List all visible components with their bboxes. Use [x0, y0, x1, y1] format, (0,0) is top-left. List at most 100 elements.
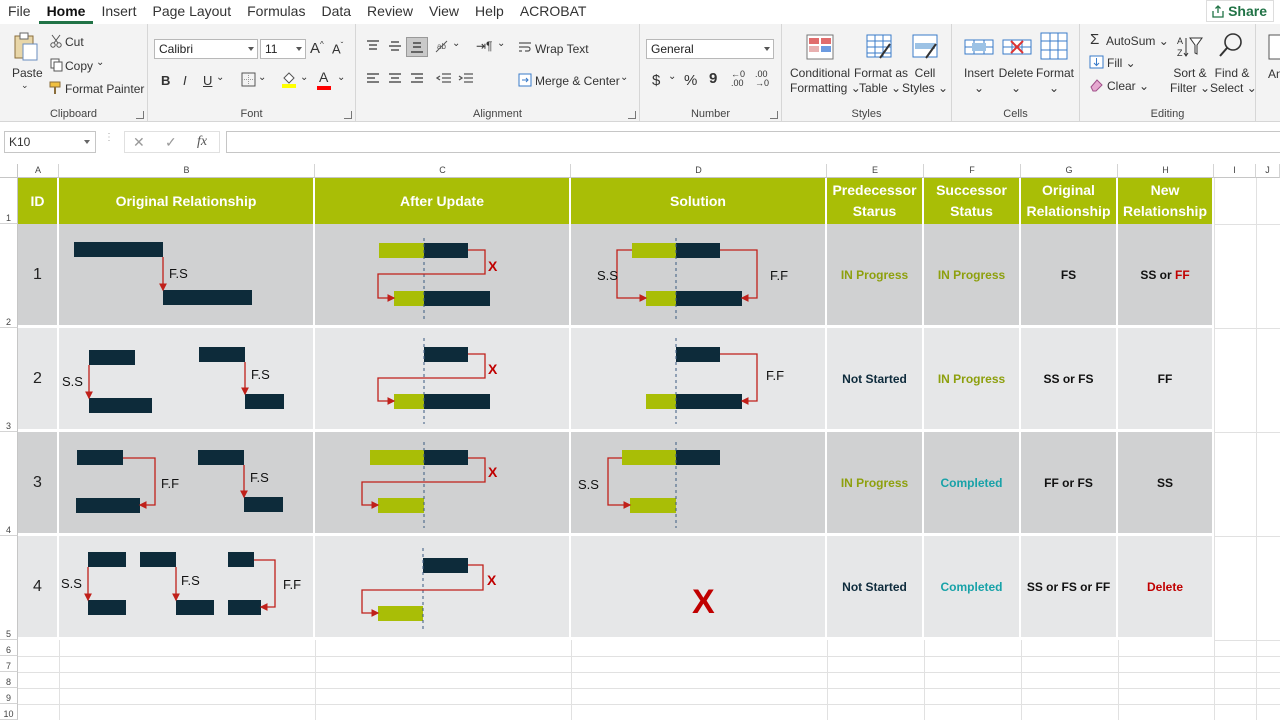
column-header-j[interactable]: J — [1256, 164, 1280, 178]
row-header-4[interactable]: 4 — [0, 432, 18, 536]
orientation-icon[interactable]: ab — [434, 38, 450, 54]
shrink-font-icon[interactable]: Aˇ — [332, 41, 343, 56]
alignment-launcher-icon[interactable] — [628, 111, 636, 119]
original-relationship-diagram[interactable]: F.F F.S — [59, 432, 315, 536]
underline-button[interactable]: U — [203, 73, 212, 88]
cell-predecessor-status[interactable]: IN Progress — [827, 224, 924, 328]
cell-predecessor-status[interactable]: Not Started — [827, 328, 924, 432]
share-button[interactable]: Share — [1206, 0, 1274, 22]
font-color-dropdown-icon[interactable]: ⌄ — [337, 72, 345, 83]
solution-diagram[interactable]: X — [571, 536, 827, 640]
cell-id[interactable]: 1 — [18, 224, 59, 328]
font-color-icon[interactable]: A — [319, 69, 328, 85]
paste-label[interactable]: Paste — [12, 66, 43, 80]
clear-button[interactable]: Clear ⌄ — [1107, 79, 1149, 93]
row-header-8[interactable]: 8 — [0, 672, 18, 688]
cell-new-relationship[interactable]: SS or FF — [1118, 224, 1214, 328]
formula-input[interactable] — [226, 131, 1280, 153]
row-header-1[interactable]: 1 — [0, 178, 18, 224]
menu-page-layout[interactable]: Page Layout — [144, 0, 239, 24]
after-update-diagram[interactable]: X — [315, 432, 571, 536]
original-relationship-diagram[interactable]: S.S F.S — [59, 328, 315, 432]
header-id[interactable]: ID — [18, 178, 59, 224]
autosum-button[interactable]: AutoSum ⌄ — [1106, 34, 1169, 48]
comma-button[interactable]: 9 — [709, 70, 717, 87]
paste-icon[interactable] — [13, 32, 39, 62]
fill-color-icon[interactable] — [281, 70, 297, 88]
column-header-g[interactable]: G — [1021, 164, 1118, 178]
cell-successor-status[interactable]: Completed — [924, 432, 1021, 536]
header-new-relationship[interactable]: New Relationship — [1118, 178, 1214, 224]
insert-function-icon[interactable]: fx — [197, 134, 207, 150]
after-update-diagram[interactable]: X — [315, 536, 571, 640]
conditional-formatting-button[interactable]: Conditional Formatting ⌄ — [790, 66, 861, 96]
percent-button[interactable]: % — [684, 72, 697, 89]
original-relationship-diagram[interactable]: S.S F.S F.F — [59, 536, 315, 640]
align-top-icon[interactable] — [366, 40, 380, 52]
column-header-a[interactable]: A — [18, 164, 59, 178]
decrease-decimal-icon[interactable]: .00 →0 — [755, 70, 769, 88]
font-size-select[interactable]: 11 — [260, 39, 306, 59]
original-relationship-diagram[interactable]: F.S — [59, 224, 315, 328]
format-painter-button[interactable]: Format Painter — [65, 82, 144, 96]
menu-view[interactable]: View — [421, 0, 467, 24]
after-update-diagram[interactable]: X — [315, 224, 571, 328]
cell-styles-button[interactable]: Cell Styles ⌄ — [902, 66, 948, 96]
borders-icon[interactable] — [241, 72, 256, 87]
row-header-7[interactable]: 7 — [0, 656, 18, 672]
column-header-e[interactable]: E — [827, 164, 924, 178]
analyze-data-button[interactable]: An — [1268, 67, 1280, 81]
menu-insert[interactable]: Insert — [93, 0, 144, 24]
cell-original-relationship[interactable]: FF or FS — [1021, 432, 1118, 536]
cut-button[interactable]: Cut — [65, 35, 84, 49]
delete-cells-button[interactable]: Delete ⌄ — [998, 66, 1034, 96]
cell-new-relationship[interactable]: FF — [1118, 328, 1214, 432]
cell-successor-status[interactable]: IN Progress — [924, 224, 1021, 328]
solution-diagram[interactable]: S.S F.F — [571, 224, 827, 328]
menu-file[interactable]: File — [0, 0, 39, 24]
align-center-icon[interactable] — [388, 73, 402, 85]
column-header-i[interactable]: I — [1214, 164, 1256, 178]
decrease-indent-icon[interactable] — [436, 72, 452, 86]
format-as-table-button[interactable]: Format as Table ⌄ — [854, 66, 908, 96]
row-header-9[interactable]: 9 — [0, 688, 18, 704]
row-header-5[interactable]: 5 — [0, 536, 18, 640]
find-select-button[interactable]: Find & Select ⌄ — [1210, 66, 1257, 96]
copy-dropdown-icon[interactable]: ⌄ — [96, 57, 104, 68]
sort-filter-button[interactable]: Sort & Filter ⌄ — [1170, 66, 1210, 96]
header-solution[interactable]: Solution — [571, 178, 827, 224]
cell-successor-status[interactable]: Completed — [924, 536, 1021, 640]
copy-button[interactable]: Copy — [65, 59, 93, 73]
header-original-relationship-type[interactable]: Original Relationship — [1021, 178, 1118, 224]
row-header-10[interactable]: 10 — [0, 704, 18, 720]
column-header-d[interactable]: D — [571, 164, 827, 178]
solution-diagram[interactable]: F.F — [571, 328, 827, 432]
menu-home[interactable]: Home — [38, 0, 94, 24]
row-header-6[interactable]: 6 — [0, 640, 18, 656]
number-format-select[interactable]: General — [646, 39, 774, 59]
enter-icon[interactable]: ✓ — [165, 134, 177, 151]
merge-center-dropdown-icon[interactable]: ⌄ — [620, 72, 628, 83]
solution-diagram[interactable]: S.S — [571, 432, 827, 536]
underline-dropdown-icon[interactable]: ⌄ — [216, 72, 224, 83]
cell-new-relationship[interactable]: SS — [1118, 432, 1214, 536]
name-box[interactable]: K10 — [4, 131, 96, 153]
wrap-text-button[interactable]: Wrap Text — [535, 42, 589, 56]
column-header-f[interactable]: F — [924, 164, 1021, 178]
menu-formulas[interactable]: Formulas — [239, 0, 313, 24]
cell-successor-status[interactable]: IN Progress — [924, 328, 1021, 432]
paste-dropdown-icon[interactable]: ⌄ — [21, 80, 29, 91]
increase-decimal-icon[interactable]: ←0.00 — [731, 70, 745, 88]
orientation-dropdown-icon[interactable]: ⌄ — [452, 38, 460, 49]
fill-button[interactable]: Fill ⌄ — [1107, 56, 1136, 70]
cell-original-relationship[interactable]: SS or FS — [1021, 328, 1118, 432]
select-all-corner[interactable] — [0, 164, 18, 178]
cell-predecessor-status[interactable]: Not Started — [827, 536, 924, 640]
header-original-relationship[interactable]: Original Relationship — [59, 178, 315, 224]
merge-center-button[interactable]: Merge & Center — [535, 74, 620, 88]
bold-button[interactable]: B — [161, 73, 170, 88]
clipboard-launcher-icon[interactable] — [136, 111, 144, 119]
menu-acrobat[interactable]: ACROBAT — [512, 0, 595, 24]
borders-dropdown-icon[interactable]: ⌄ — [258, 72, 266, 83]
align-bottom-button[interactable] — [406, 37, 428, 57]
